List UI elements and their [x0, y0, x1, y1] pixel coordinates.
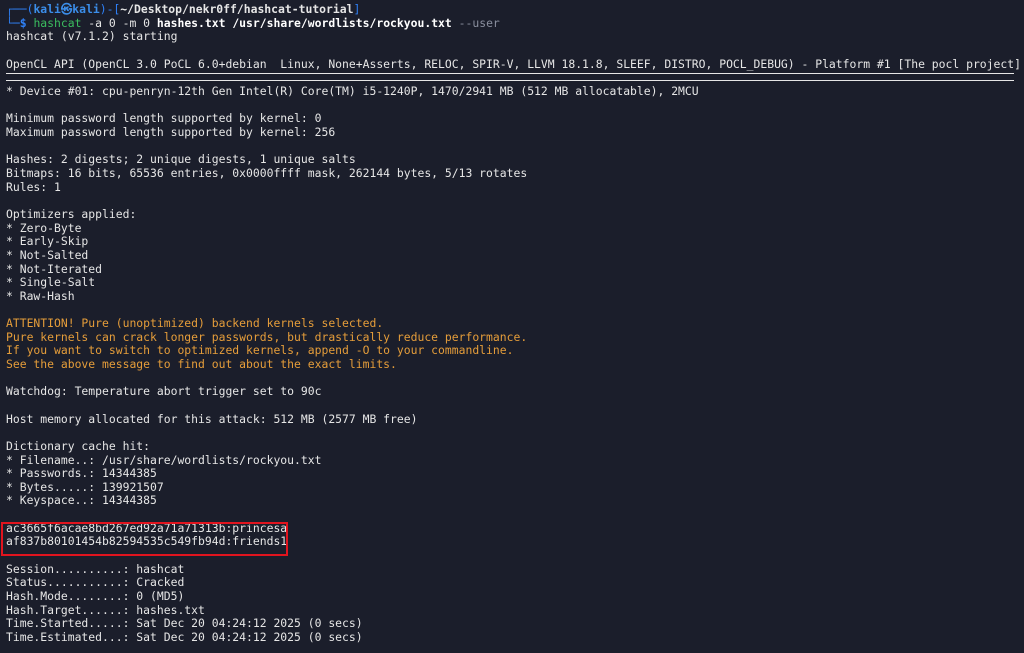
- attention-warning: Pure kernels can crack longer passwords,…: [6, 329, 528, 344]
- optimizer-item: * Not-Salted: [6, 247, 89, 262]
- prompt-frame: ]: [353, 2, 361, 16]
- cracked-hash: ac3665f6acae8bd267ed92a71a71313b:princes…: [6, 520, 288, 535]
- output-optimizers-title: Optimizers applied:: [6, 206, 137, 221]
- command-line[interactable]: └─$ hashcat -a 0 -m 0 hashes.txt /usr/sh…: [6, 15, 1018, 31]
- prompt-directory: ~/Desktop/nekr0ff/hashcat-tutorial: [120, 2, 354, 16]
- prompt-hostname: kali: [72, 2, 100, 16]
- dictionary-item: * Filename..: /usr/share/wordlists/rocky…: [6, 452, 322, 467]
- output-bitmaps: Bitmaps: 16 bits, 65536 entries, 0x0000f…: [6, 166, 528, 181]
- status-item: Hash.Target......: hashes.txt: [6, 602, 205, 617]
- command-flags: -a 0 -m 0: [81, 15, 157, 30]
- attention-warning: See the above message to find out about …: [6, 357, 397, 372]
- optimizer-item: * Early-Skip: [6, 234, 89, 249]
- output-hashes: Hashes: 2 digests; 2 unique digests, 1 u…: [6, 152, 356, 167]
- prompt-at-symbol: ㉿: [60, 2, 73, 16]
- output-opencl: OpenCL API (OpenCL 3.0 PoCL 6.0+debian L…: [6, 56, 1021, 71]
- status-item: Status...........: Cracked: [6, 575, 185, 590]
- prompt-frame: ┌──(: [6, 2, 34, 16]
- output-max-password: Maximum password length supported by ker…: [6, 125, 336, 140]
- dictionary-item: * Passwords.: 14344385: [6, 466, 157, 481]
- output-watchdog: Watchdog: Temperature abort trigger set …: [6, 384, 322, 399]
- cracked-hash: af837b80101454b82594535c549fb94d:friends…: [6, 534, 288, 549]
- prompt-line-top: ┌──(kali㉿kali)-[~/Desktop/nekr0ff/hashca…: [6, 2, 1018, 17]
- terminal-window[interactable]: ┌──(kali㉿kali)-[~/Desktop/nekr0ff/hashca…: [0, 0, 1024, 653]
- dictionary-item: * Bytes.....: 139921507: [6, 479, 164, 494]
- output-dictionary-title: Dictionary cache hit:: [6, 438, 151, 453]
- prompt-username: kali: [33, 2, 61, 16]
- status-item: Hash.Mode........: 0 (MD5): [6, 588, 185, 603]
- output-host-memory: Host memory allocated for this attack: 5…: [6, 411, 418, 426]
- command-binary: hashcat: [33, 15, 82, 30]
- command-option: --user: [451, 15, 500, 30]
- status-item: Time.Estimated...: Sat Dec 20 04:24:12 2…: [6, 629, 363, 644]
- status-item: Session..........: hashcat: [6, 561, 185, 576]
- optimizer-item: * Single-Salt: [6, 275, 96, 290]
- output-starting: hashcat (v7.1.2) starting: [6, 29, 178, 44]
- double-separator: [6, 73, 1014, 82]
- command-hash-file: hashes.txt: [156, 15, 226, 30]
- status-item: Time.Started.....: Sat Dec 20 04:24:12 2…: [6, 616, 363, 631]
- output-rules: Rules: 1: [6, 179, 61, 194]
- output-device: * Device #01: cpu-penryn-12th Gen Intel(…: [6, 84, 699, 99]
- optimizer-item: * Zero-Byte: [6, 220, 82, 235]
- prompt-frame: └─: [6, 15, 20, 30]
- attention-warning: ATTENTION! Pure (unoptimized) backend ke…: [6, 316, 384, 331]
- output-min-password: Minimum password length supported by ker…: [6, 111, 322, 126]
- prompt-frame: )-[: [99, 2, 121, 16]
- dictionary-item: * Keyspace..: 14344385: [6, 493, 157, 508]
- optimizer-item: * Raw-Hash: [6, 288, 75, 303]
- prompt-symbol: $: [19, 15, 34, 30]
- attention-warning: If you want to switch to optimized kerne…: [6, 343, 514, 358]
- optimizer-item: * Not-Iterated: [6, 261, 103, 276]
- command-wordlist: /usr/share/wordlists/rockyou.txt: [232, 15, 452, 30]
